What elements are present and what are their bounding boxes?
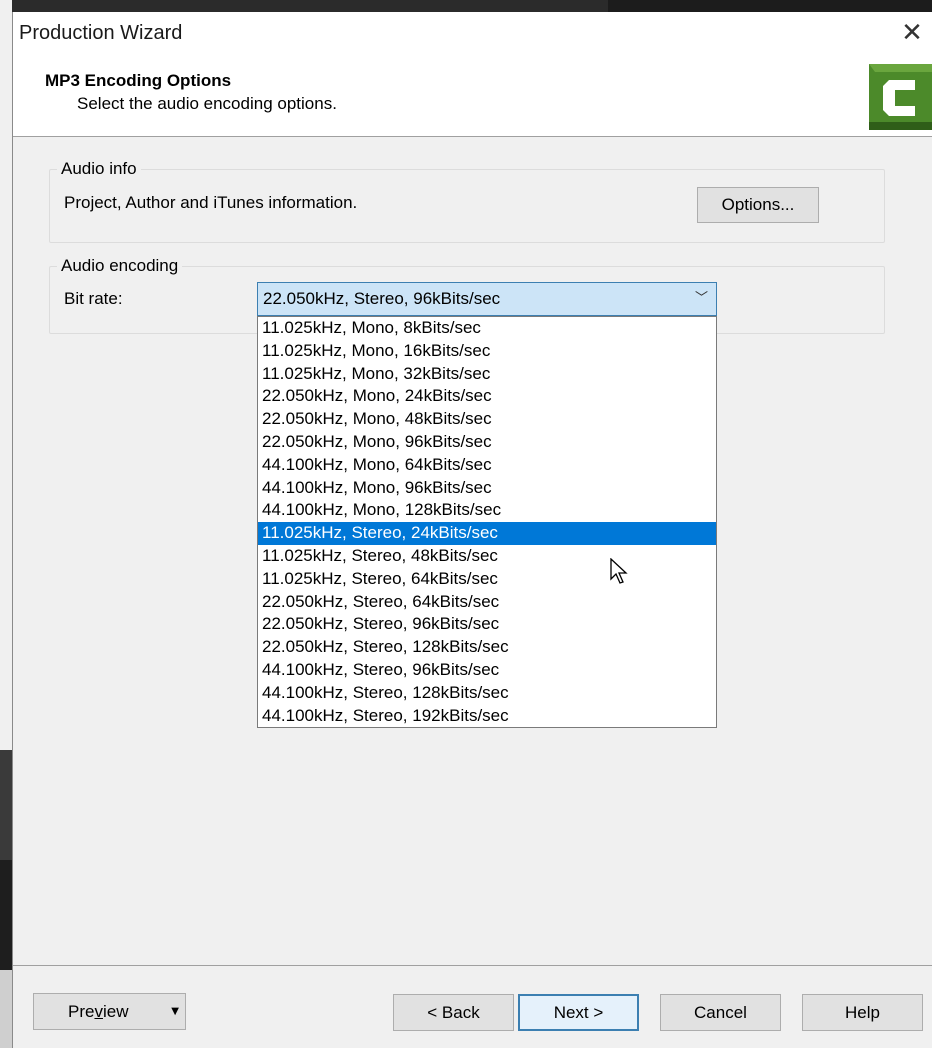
bit-rate-option[interactable]: 11.025kHz, Mono, 16kBits/sec (258, 340, 716, 363)
bit-rate-option[interactable]: 44.100kHz, Stereo, 192kBits/sec (258, 705, 716, 727)
page-subheading: Select the audio encoding options. (77, 94, 337, 113)
camtasia-logo-icon (869, 64, 932, 130)
bit-rate-option[interactable]: 11.025kHz, Stereo, 64kBits/sec (258, 568, 716, 591)
bit-rate-option[interactable]: 44.100kHz, Mono, 96kBits/sec (258, 477, 716, 500)
caret-down-icon[interactable]: ▼ (171, 1006, 179, 1017)
bit-rate-option[interactable]: 22.050kHz, Stereo, 128kBits/sec (258, 636, 716, 659)
background-desktop (608, 0, 932, 12)
bit-rate-option[interactable]: 44.100kHz, Stereo, 128kBits/sec (258, 682, 716, 705)
background-window-edge-light (0, 970, 12, 1048)
options-button[interactable]: Options... (697, 187, 819, 223)
background-window-edge-dark (0, 750, 12, 860)
bit-rate-option[interactable]: 44.100kHz, Mono, 64kBits/sec (258, 454, 716, 477)
window-title: Production Wizard (19, 22, 183, 44)
close-icon[interactable]: ✕ (897, 18, 927, 48)
bit-rate-option[interactable]: 22.050kHz, Stereo, 64kBits/sec (258, 591, 716, 614)
bit-rate-option[interactable]: 11.025kHz, Stereo, 48kBits/sec (258, 545, 716, 568)
bit-rate-option[interactable]: 44.100kHz, Mono, 128kBits/sec (258, 499, 716, 522)
bit-rate-option[interactable]: 11.025kHz, Mono, 32kBits/sec (258, 363, 716, 386)
bit-rate-option[interactable]: 22.050kHz, Stereo, 96kBits/sec (258, 613, 716, 636)
wizard-header: Production Wizard ✕ MP3 Encoding Options… (13, 12, 932, 137)
mouse-pointer-icon (610, 558, 628, 584)
audio-info-description: Project, Author and iTunes information. (64, 193, 358, 212)
bit-rate-option[interactable]: 22.050kHz, Mono, 48kBits/sec (258, 408, 716, 431)
chevron-down-icon[interactable]: ﹀ (695, 283, 708, 315)
preview-label-post: iew (102, 1001, 129, 1021)
bit-rate-option[interactable]: 22.050kHz, Mono, 24kBits/sec (258, 385, 716, 408)
production-wizard-dialog: Production Wizard ✕ MP3 Encoding Options… (12, 12, 932, 1048)
preview-label-pre: Pre (68, 1001, 95, 1021)
footer-divider (13, 965, 932, 966)
preview-label-accel: v (94, 1001, 103, 1021)
help-button[interactable]: Help (802, 994, 923, 1031)
audio-info-group-label: Audio info (57, 159, 141, 179)
bit-rate-dropdown-list[interactable]: 11.025kHz, Mono, 8kBits/sec 11.025kHz, Mo… (257, 316, 717, 728)
bit-rate-selected-value: 22.050kHz, Stereo, 96kBits/sec (263, 289, 501, 308)
page-heading: MP3 Encoding Options (45, 71, 232, 90)
back-button[interactable]: < Back (393, 994, 514, 1031)
bit-rate-option[interactable]: 22.050kHz, Mono, 96kBits/sec (258, 431, 716, 454)
audio-encoding-group-label: Audio encoding (57, 256, 183, 276)
bit-rate-option[interactable]: 11.025kHz, Mono, 8kBits/sec (258, 317, 716, 340)
bit-rate-label: Bit rate: (64, 289, 123, 308)
bit-rate-option-highlighted[interactable]: 11.025kHz, Stereo, 24kBits/sec (258, 522, 716, 545)
preview-button[interactable]: Pre v iew ▼ (33, 993, 186, 1030)
bit-rate-option[interactable]: 44.100kHz, Stereo, 96kBits/sec (258, 659, 716, 682)
background-window-edge-dark-lower (0, 860, 12, 970)
bit-rate-combobox[interactable]: 22.050kHz, Stereo, 96kBits/sec ﹀ (257, 282, 717, 316)
next-button[interactable]: Next > (518, 994, 639, 1031)
cancel-button[interactable]: Cancel (660, 994, 781, 1031)
